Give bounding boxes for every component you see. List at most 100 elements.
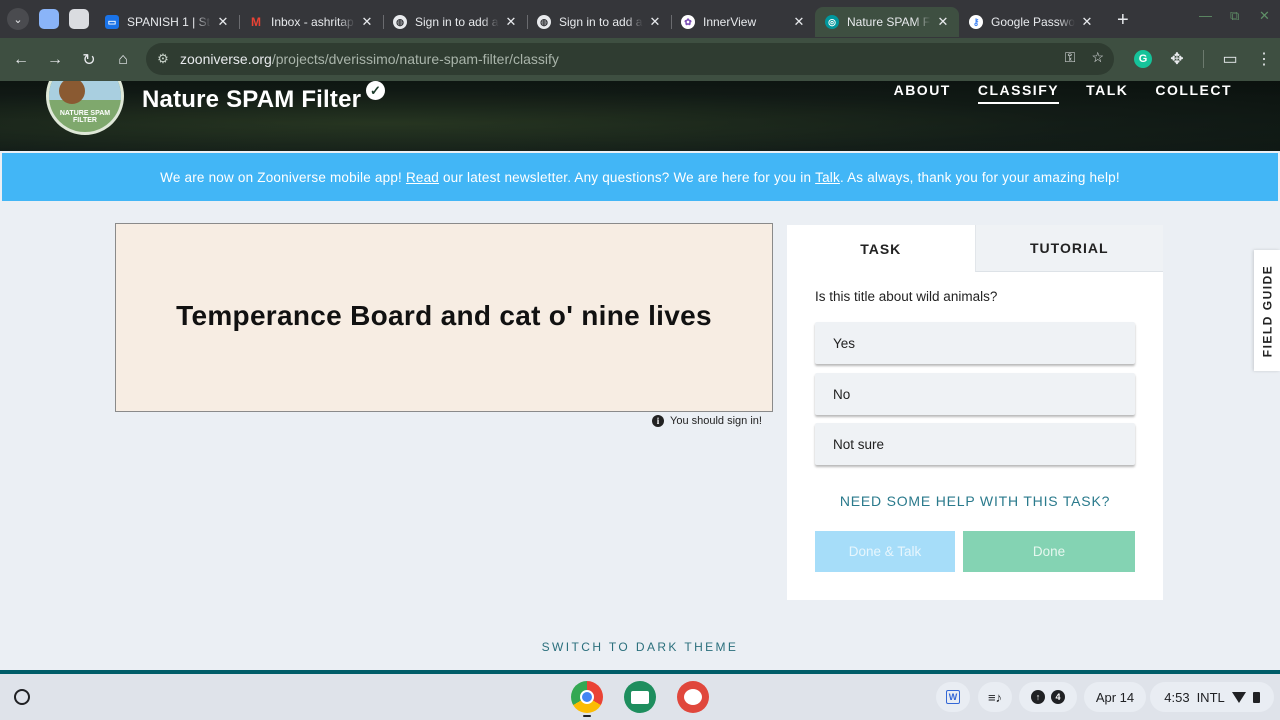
upload-icon: ↑ bbox=[1031, 690, 1045, 704]
globe-favicon-icon: ◍ bbox=[393, 15, 407, 29]
url-host: zooniverse.org bbox=[180, 51, 272, 67]
tab-title: Sign in to add a bbox=[415, 15, 499, 29]
subject-viewer: Temperance Board and cat o' nine lives bbox=[115, 223, 773, 412]
answer-yes-button[interactable]: Yes bbox=[815, 322, 1135, 364]
announcement-text-1: We are now on Zooniverse mobile app! bbox=[160, 169, 406, 185]
announcement-text-3: . As always, thank you for your amazing … bbox=[839, 169, 1120, 185]
zooniverse-favicon-icon: ◎ bbox=[825, 15, 839, 29]
classroom-favicon-icon: ▭ bbox=[105, 15, 119, 29]
tab-task[interactable]: TASK bbox=[787, 225, 975, 272]
tab-title: Sign in to add a bbox=[559, 15, 643, 29]
innerview-favicon-icon: ✿ bbox=[681, 15, 695, 29]
browser-tab[interactable]: ✿ InnerView ✕ bbox=[671, 7, 815, 37]
project-avatar[interactable]: NATURE SPAM FILTER bbox=[46, 81, 124, 135]
back-arrow-icon[interactable]: ← bbox=[4, 43, 38, 77]
close-tab-icon[interactable]: ✕ bbox=[791, 14, 807, 30]
project-title[interactable]: Nature SPAM Filter bbox=[142, 86, 361, 114]
word-doc-tray-item[interactable]: W bbox=[936, 682, 970, 712]
browser-tab[interactable]: ◍ Sign in to add a ✕ bbox=[527, 7, 671, 37]
close-tab-icon[interactable]: ✕ bbox=[935, 14, 951, 30]
browser-tab-active[interactable]: ◎ Nature SPAM Fi ✕ bbox=[815, 7, 959, 37]
pinned-tab-1[interactable] bbox=[39, 9, 59, 29]
new-tab-plus-icon[interactable]: + bbox=[1117, 9, 1129, 32]
browser-tab[interactable]: ▭ SPANISH 1 | St ✕ bbox=[95, 7, 239, 37]
forward-arrow-icon[interactable]: → bbox=[38, 43, 72, 77]
cast-icon[interactable]: ▭ bbox=[1213, 42, 1247, 76]
tab-title: Nature SPAM Fi bbox=[847, 15, 931, 29]
browser-tab[interactable]: M Inbox - ashritap ✕ bbox=[239, 7, 383, 37]
chrome-app-icon[interactable] bbox=[571, 681, 603, 713]
toolbar-divider bbox=[1203, 50, 1204, 68]
avatar-caption: NATURE SPAM FILTER bbox=[59, 110, 111, 124]
battery-icon bbox=[1252, 691, 1260, 703]
subject-title-text: Temperance Board and cat o' nine lives bbox=[176, 299, 712, 331]
status-tray[interactable]: 4:53 INTL bbox=[1150, 682, 1274, 712]
browser-tab[interactable]: ⚷ Google Passwo ✕ bbox=[959, 7, 1103, 37]
field-guide-tab[interactable]: FIELD GUIDE bbox=[1254, 250, 1280, 371]
announcement-text-2: our latest newsletter. Any questions? We… bbox=[439, 169, 816, 185]
wifi-icon bbox=[1231, 691, 1246, 703]
close-tab-icon[interactable]: ✕ bbox=[215, 14, 231, 30]
talk-link[interactable]: Talk bbox=[815, 170, 840, 185]
palette-app-icon[interactable] bbox=[677, 681, 709, 713]
browser-tab-strip: ⌄ ▭ SPANISH 1 | St ✕ M Inbox - ashritap … bbox=[0, 0, 1280, 38]
info-icon: i bbox=[652, 415, 664, 427]
gmail-favicon-icon: M bbox=[251, 15, 261, 29]
dark-theme-toggle[interactable]: SWITCH TO DARK THEME bbox=[0, 640, 1280, 654]
tab-title: Inbox - ashritap bbox=[271, 15, 354, 29]
bookmark-star-icon[interactable]: ☆ bbox=[1091, 49, 1104, 66]
beaver-illustration-icon bbox=[59, 81, 85, 104]
launcher-circle-icon[interactable] bbox=[14, 689, 30, 705]
nav-about[interactable]: ABOUT bbox=[894, 82, 951, 104]
globe-favicon-icon: ◍ bbox=[537, 15, 551, 29]
task-help-link[interactable]: NEED SOME HELP WITH THIS TASK? bbox=[787, 493, 1163, 509]
project-nav: ABOUT CLASSIFY TALK COLLECT bbox=[894, 82, 1232, 104]
project-header: NATURE SPAM FILTER Nature SPAM Filter ✓ … bbox=[0, 81, 1280, 151]
nav-classify[interactable]: CLASSIFY bbox=[977, 82, 1060, 104]
home-icon[interactable]: ⌂ bbox=[106, 43, 140, 77]
nav-talk[interactable]: TALK bbox=[1086, 82, 1128, 104]
media-queue-icon[interactable]: ≡♪ bbox=[978, 682, 1012, 712]
task-tabs: TASK TUTORIAL bbox=[787, 225, 1163, 272]
answer-no-button[interactable]: No bbox=[815, 373, 1135, 415]
task-panel: TASK TUTORIAL Is this title about wild a… bbox=[787, 225, 1163, 600]
kebab-menu-icon[interactable]: ⋮ bbox=[1247, 42, 1280, 76]
notification-tray[interactable]: ↑ 4 bbox=[1019, 682, 1077, 712]
classroom-app-icon[interactable] bbox=[624, 681, 656, 713]
tab-title: SPANISH 1 | St bbox=[127, 15, 210, 29]
announcement-banner: We are now on Zooniverse mobile app! Rea… bbox=[2, 153, 1278, 201]
tab-title: InnerView bbox=[703, 15, 757, 29]
word-icon: W bbox=[946, 690, 960, 704]
date-tray[interactable]: Apr 14 bbox=[1084, 682, 1146, 712]
browser-tab[interactable]: ◍ Sign in to add a ✕ bbox=[383, 7, 527, 37]
notification-count-badge: 4 bbox=[1051, 690, 1065, 704]
password-key-icon[interactable]: ⚿ bbox=[1065, 49, 1076, 66]
site-settings-icon[interactable]: ⚙ bbox=[146, 51, 180, 67]
close-window-icon[interactable]: ✕ bbox=[1259, 8, 1270, 24]
input-method: INTL bbox=[1196, 689, 1225, 705]
minimize-icon[interactable]: — bbox=[1199, 8, 1212, 23]
close-tab-icon[interactable]: ✕ bbox=[359, 14, 375, 30]
tab-tutorial[interactable]: TUTORIAL bbox=[974, 225, 1163, 272]
newsletter-link[interactable]: Read bbox=[406, 170, 439, 185]
clock-time: 4:53 bbox=[1164, 689, 1190, 705]
restore-icon[interactable]: ⧉ bbox=[1230, 8, 1239, 24]
tab-title: Google Passwo bbox=[991, 15, 1075, 29]
google-key-favicon-icon: ⚷ bbox=[969, 15, 983, 29]
browser-toolbar: ← → ↻ ⌂ ⚙ zooniverse.org/projects/dveris… bbox=[0, 38, 1280, 81]
tab-search-chevron-icon[interactable]: ⌄ bbox=[7, 8, 29, 30]
answer-not-sure-button[interactable]: Not sure bbox=[815, 423, 1135, 465]
grammarly-extension-icon[interactable]: G bbox=[1134, 50, 1152, 68]
extensions-puzzle-icon[interactable]: ✥ bbox=[1160, 42, 1194, 76]
pinned-tab-2[interactable] bbox=[69, 9, 89, 29]
url-path: /projects/dverissimo/nature-spam-filter/… bbox=[271, 51, 559, 67]
reload-icon[interactable]: ↻ bbox=[72, 43, 106, 77]
done-and-talk-button[interactable]: Done & Talk bbox=[815, 531, 955, 572]
close-tab-icon[interactable]: ✕ bbox=[503, 14, 519, 30]
done-button[interactable]: Done bbox=[963, 531, 1135, 572]
signin-notice-text: You should sign in! bbox=[670, 415, 762, 427]
close-tab-icon[interactable]: ✕ bbox=[1079, 14, 1095, 30]
nav-collect[interactable]: COLLECT bbox=[1155, 82, 1232, 104]
address-bar[interactable]: ⚙ zooniverse.org/projects/dverissimo/nat… bbox=[146, 43, 1114, 75]
close-tab-icon[interactable]: ✕ bbox=[647, 14, 663, 30]
